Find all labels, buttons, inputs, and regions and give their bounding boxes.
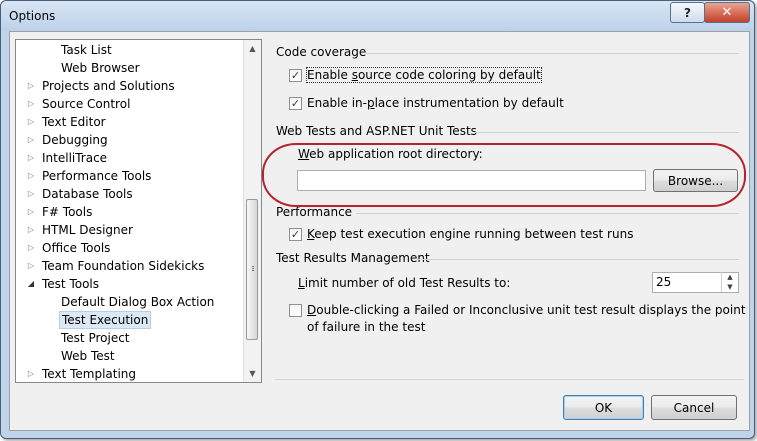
tree-item-label: Debugging xyxy=(42,133,108,147)
code-coverage-heading: Code coverage xyxy=(276,45,367,59)
collapsed-arrow-icon[interactable]: ▷ xyxy=(26,167,36,185)
title-bar[interactable]: Options ? ✕ xyxy=(1,1,754,31)
tree-item-label: Test Execution xyxy=(59,311,152,329)
tree-item-label: F# Tools xyxy=(42,205,93,219)
collapsed-arrow-icon[interactable]: ▷ xyxy=(26,149,36,167)
tree-item-label: Text Editor xyxy=(42,115,106,129)
source-coloring-checkbox[interactable]: ✓ xyxy=(289,69,302,82)
ok-button-label: OK xyxy=(594,400,613,415)
double-click-checkbox[interactable] xyxy=(289,304,302,317)
close-icon: ✕ xyxy=(721,5,733,20)
tree-item-label: Projects and Solutions xyxy=(42,79,175,93)
tree-item-label: Test Tools xyxy=(42,277,100,291)
help-button[interactable]: ? xyxy=(670,2,705,23)
collapsed-arrow-icon[interactable]: ▷ xyxy=(26,113,36,131)
divider xyxy=(356,213,739,214)
tree-item-label: Office Tools xyxy=(42,241,111,255)
cancel-button-label: Cancel xyxy=(673,400,715,415)
collapsed-arrow-icon[interactable]: ▷ xyxy=(26,365,36,382)
double-click-label-line2: of failure in the test xyxy=(307,320,426,334)
tree-item-label: Default Dialog Box Action xyxy=(61,295,215,309)
spin-down-icon[interactable]: ▼ xyxy=(721,282,738,292)
scroll-down-icon[interactable]: ▼ xyxy=(244,365,261,382)
inplace-label: Enable in-place instrumentation by defau… xyxy=(307,96,564,110)
tree-item-label: Web Browser xyxy=(61,61,140,75)
tree-item-label: Test Project xyxy=(61,331,130,345)
tree-scrollbar[interactable]: ▲ ▼ xyxy=(243,40,261,382)
collapsed-arrow-icon[interactable]: ▷ xyxy=(26,77,36,95)
close-button[interactable]: ✕ xyxy=(704,2,750,23)
limit-results-label: Limit number of old Test Results to: xyxy=(298,276,511,290)
check-icon: ✓ xyxy=(290,69,301,82)
double-click-label-line1: Double-clicking a Failed or Inconclusive… xyxy=(307,303,746,317)
collapsed-arrow-icon[interactable]: ▷ xyxy=(26,95,36,113)
tree-item-label: Performance Tools xyxy=(42,169,152,183)
keep-engine-label: Keep test execution engine running betwe… xyxy=(307,227,634,241)
bottom-divider xyxy=(275,379,744,380)
tree-item-label: Team Foundation Sidekicks xyxy=(42,259,205,273)
options-dialog: Options ? ✕ Task List Web Browser ▷ Project… xyxy=(0,0,755,439)
collapsed-arrow-icon[interactable]: ▷ xyxy=(26,257,36,275)
limit-results-spinner[interactable]: ▲ ▼ xyxy=(721,272,738,292)
collapsed-arrow-icon[interactable]: ▷ xyxy=(26,239,36,257)
tree-item-label: IntelliTrace xyxy=(42,151,108,165)
help-icon: ? xyxy=(684,5,691,20)
tree-item-label: Task List xyxy=(61,43,112,57)
highlight-ellipse xyxy=(262,143,746,207)
tree-item-label: Web Test xyxy=(61,349,115,363)
ok-button[interactable]: OK xyxy=(563,395,644,420)
tree-item-label: Database Tools xyxy=(42,187,133,201)
dialog-client-area: Task List Web Browser ▷ Projects and Soluti… xyxy=(9,31,750,431)
collapsed-arrow-icon[interactable]: ▷ xyxy=(26,131,36,149)
check-icon: ✓ xyxy=(290,97,301,110)
keep-engine-checkbox[interactable]: ✓ xyxy=(289,228,302,241)
scroll-thumb[interactable] xyxy=(246,199,258,340)
settings-panel: Code coverage ✓ Enable source code color… xyxy=(276,32,749,430)
spin-up-icon[interactable]: ▲ xyxy=(721,272,738,282)
scroll-up-icon[interactable]: ▲ xyxy=(244,40,261,57)
expanded-arrow-icon[interactable]: ◢ xyxy=(26,275,36,293)
collapsed-arrow-icon[interactable]: ▷ xyxy=(26,203,36,221)
performance-heading: Performance xyxy=(276,205,353,219)
collapsed-arrow-icon[interactable]: ▷ xyxy=(26,185,36,203)
web-tests-heading: Web Tests and ASP.NET Unit Tests xyxy=(276,124,477,138)
source-coloring-label: Enable source code coloring by default xyxy=(306,67,542,83)
inplace-checkbox[interactable]: ✓ xyxy=(289,97,302,110)
tree-item-label: HTML Designer xyxy=(42,223,133,237)
dialog-title: Options xyxy=(9,9,56,23)
check-icon: ✓ xyxy=(290,228,301,241)
divider xyxy=(417,259,739,260)
tree-item-label: Text Templating xyxy=(42,367,137,381)
divider xyxy=(474,132,739,133)
cancel-button[interactable]: Cancel xyxy=(651,395,737,420)
options-tree[interactable]: Task List Web Browser ▷ Projects and Soluti… xyxy=(15,39,262,383)
collapsed-arrow-icon[interactable]: ▷ xyxy=(26,221,36,239)
tree-item-label: Source Control xyxy=(42,97,131,111)
results-mgmt-heading: Test Results Management xyxy=(276,251,430,265)
divider xyxy=(366,53,739,54)
